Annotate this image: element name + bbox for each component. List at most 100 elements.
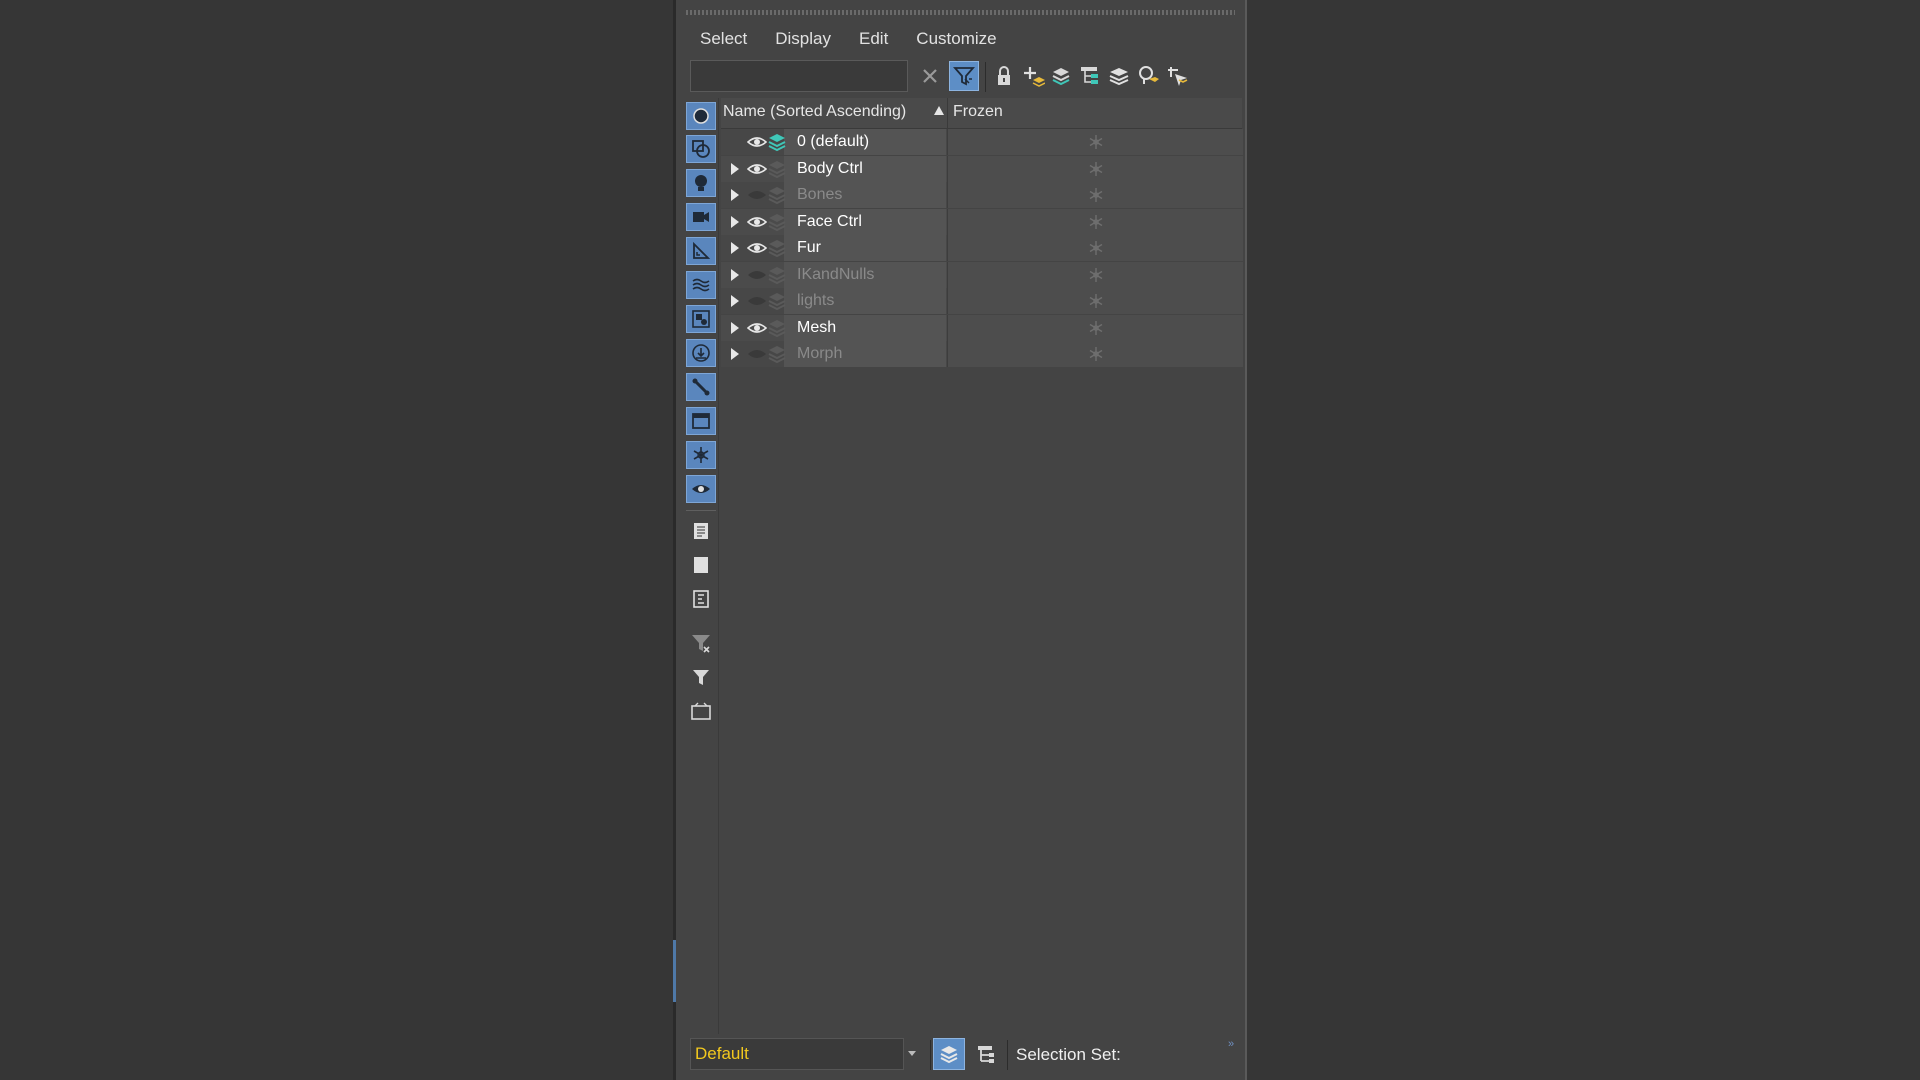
eye-hidden-icon[interactable] — [747, 293, 767, 309]
column-header-frozen[interactable]: Frozen — [953, 103, 1003, 121]
freeze-icon[interactable] — [1088, 293, 1104, 309]
menu-display[interactable]: Display — [761, 29, 845, 49]
expand-arrow-icon[interactable] — [731, 215, 739, 228]
hidden-icon[interactable] — [686, 475, 716, 503]
expand-arrow-icon[interactable] — [731, 295, 739, 307]
layer-row[interactable]: Fur — [721, 235, 1243, 261]
layer-row[interactable]: Morph — [721, 341, 1243, 367]
layer-icon[interactable] — [767, 132, 787, 152]
layer-row[interactable]: lights — [721, 288, 1243, 314]
current-layer-value: Default — [695, 1044, 749, 1063]
freeze-icon[interactable] — [1088, 346, 1104, 362]
eye-hidden-icon[interactable] — [747, 187, 767, 203]
menu-edit[interactable]: Edit — [845, 29, 902, 49]
layer-icon[interactable] — [767, 291, 787, 311]
sort-ascending-icon[interactable] — [934, 106, 944, 115]
layer-row[interactable]: IKandNulls — [721, 261, 1243, 288]
layer-row[interactable]: Mesh — [721, 314, 1243, 341]
layer-name: Morph — [797, 345, 843, 362]
highlight-icon[interactable] — [1133, 61, 1163, 91]
eye-hidden-icon[interactable] — [747, 346, 767, 362]
current-layer-dropdown[interactable]: Default — [690, 1038, 904, 1070]
layer-name: lights — [797, 292, 835, 309]
layer-icon[interactable] — [767, 344, 787, 364]
freeze-icon[interactable] — [1088, 267, 1104, 283]
eye-icon[interactable] — [746, 320, 768, 336]
list-icon[interactable] — [686, 517, 716, 545]
freeze-icon[interactable] — [1088, 320, 1104, 336]
panel-grip[interactable] — [686, 10, 1235, 15]
freeze-icon[interactable] — [1088, 187, 1104, 203]
eye-icon[interactable] — [746, 134, 768, 150]
expand-arrow-icon[interactable] — [731, 321, 739, 334]
layers-icon[interactable] — [1104, 61, 1134, 91]
invert-icon[interactable] — [686, 585, 716, 613]
layer-name: 0 (default) — [797, 133, 870, 150]
space-warps-icon[interactable] — [686, 271, 716, 299]
layer-icon[interactable] — [767, 185, 787, 205]
layer-row[interactable]: 0 (default) — [721, 129, 1243, 155]
toolbar-separator — [985, 62, 986, 92]
filter-icon[interactable] — [949, 61, 979, 91]
layer-icon[interactable] — [767, 318, 787, 338]
freeze-icon[interactable] — [1088, 214, 1104, 230]
containers-icon[interactable] — [686, 407, 716, 435]
layer-explorer-icon[interactable] — [933, 1038, 965, 1070]
layer-tree: Name (Sorted Ascending) Frozen 0 (defaul… — [721, 98, 1243, 1034]
filter-outline-icon[interactable] — [686, 629, 716, 657]
layer-name: Bones — [797, 186, 843, 203]
lock-icon[interactable] — [989, 61, 1019, 91]
freeze-icon[interactable] — [1088, 161, 1104, 177]
layer-icon[interactable] — [767, 238, 787, 258]
select-all-icon[interactable] — [686, 551, 716, 579]
select-icon[interactable] — [1162, 61, 1192, 91]
container-filter-icon[interactable] — [686, 697, 716, 725]
side-toolbar-separator — [686, 510, 716, 511]
layer-name: Body Ctrl — [797, 159, 863, 177]
freeze-icon[interactable] — [1088, 240, 1104, 256]
cameras-icon[interactable] — [686, 203, 716, 231]
selection-set-label: Selection Set: — [1016, 1045, 1121, 1064]
add-layer-icon[interactable] — [1018, 61, 1048, 91]
layer-icon[interactable] — [767, 159, 787, 179]
expand-arrow-icon[interactable] — [731, 162, 739, 175]
layer-row[interactable]: Face Ctrl — [721, 208, 1243, 235]
layer-icon[interactable] — [767, 212, 787, 232]
dropdown-arrow-icon[interactable] — [908, 1051, 916, 1056]
expand-arrow-icon[interactable] — [731, 189, 739, 201]
lights-icon[interactable] — [686, 169, 716, 197]
column-header-name[interactable]: Name (Sorted Ascending) — [723, 103, 906, 121]
eye-icon[interactable] — [746, 161, 768, 177]
filter-icon[interactable] — [686, 663, 716, 691]
layer-icon[interactable] — [767, 265, 787, 285]
menu-select[interactable]: Select — [686, 29, 761, 49]
freeze-icon[interactable] — [1088, 134, 1104, 150]
geometry-icon[interactable] — [686, 102, 716, 130]
bottom-separator-2 — [1007, 1040, 1008, 1070]
layer-row[interactable]: Bones — [721, 182, 1243, 208]
search-input[interactable] — [690, 60, 908, 92]
layer-row[interactable]: Body Ctrl — [721, 155, 1243, 182]
frozen-icon[interactable] — [686, 441, 716, 469]
expand-arrow-icon[interactable] — [731, 242, 739, 254]
layer-name: Mesh — [797, 318, 837, 336]
expand-chevron-icon[interactable]: » — [1228, 1038, 1234, 1050]
eye-icon[interactable] — [746, 240, 768, 256]
column-divider[interactable] — [947, 98, 948, 128]
nest-layer-icon[interactable] — [1075, 61, 1105, 91]
xrefs-icon[interactable] — [686, 339, 716, 367]
clear-icon[interactable] — [918, 64, 942, 88]
shapes-icon[interactable] — [686, 135, 716, 163]
helpers-icon[interactable] — [686, 237, 716, 265]
groups-icon[interactable] — [686, 305, 716, 333]
add-selection-icon[interactable] — [1046, 61, 1076, 91]
expand-arrow-icon[interactable] — [731, 348, 739, 360]
menu-customize[interactable]: Customize — [902, 29, 1010, 49]
bones-icon[interactable] — [686, 373, 716, 401]
eye-icon[interactable] — [746, 214, 768, 230]
panel-edge-accent — [673, 940, 676, 1002]
expand-arrow-icon[interactable] — [731, 268, 739, 281]
eye-hidden-icon[interactable] — [747, 267, 767, 283]
bottom-bar: Default Selection Set: » — [676, 1034, 1245, 1080]
hierarchy-icon[interactable] — [972, 1040, 1000, 1068]
